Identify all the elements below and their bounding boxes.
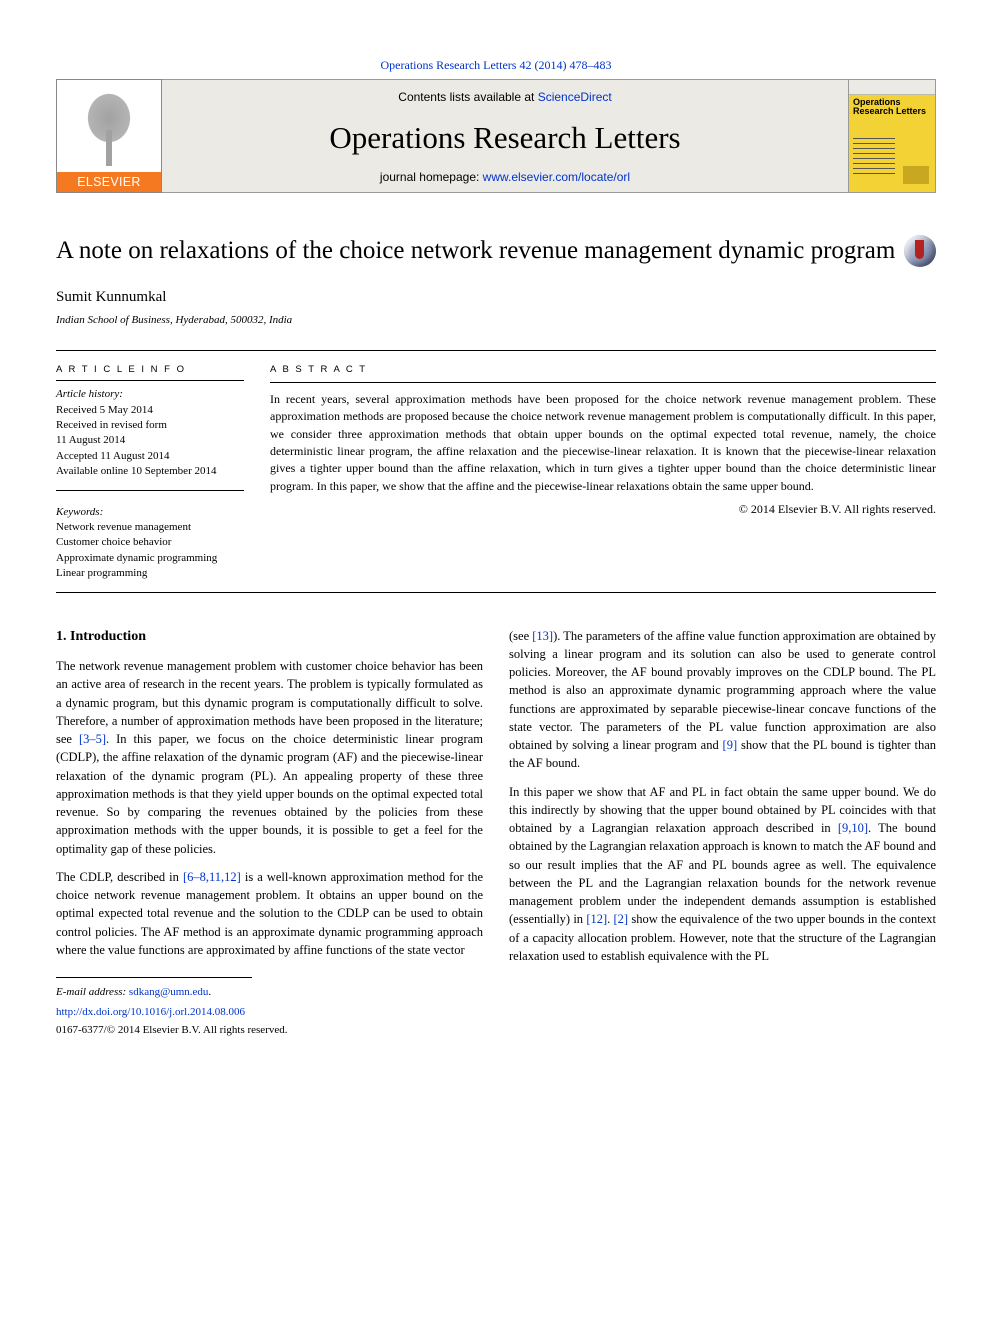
journal-name: Operations Research Letters [174,120,836,156]
column-right: (see [13]). The parameters of the affine… [509,627,936,1039]
intro-para-1: The network revenue management problem w… [56,657,483,858]
section-heading-intro: 1. Introduction [56,627,483,647]
abstract-block: A B S T R A C T In recent years, several… [270,363,936,582]
received-date: Received 5 May 2014 [56,403,244,418]
running-citation: Operations Research Letters 42 (2014) 47… [56,58,936,73]
citation-link[interactable]: Operations Research Letters 42 (2014) 47… [381,58,612,72]
rp1-a: (see [509,629,532,643]
history-label: Article history: [56,387,244,402]
ref-link-9-10[interactable]: [9,10] [838,821,868,835]
right-para-1: (see [13]). The parameters of the affine… [509,627,936,773]
divider-meta-1 [56,380,244,381]
elsevier-brand-text: ELSEVIER [57,172,161,192]
ref-link-13[interactable]: [13] [532,629,553,643]
abstract-heading: A B S T R A C T [270,363,936,377]
article-title: A note on relaxations of the choice netw… [56,235,895,266]
p2-text-a: The CDLP, described in [56,870,183,884]
revised-date: 11 August 2014 [56,433,244,448]
abstract-rights: © 2014 Elsevier B.V. All rights reserved… [270,501,936,518]
copyright-line: 0167-6377/© 2014 Elsevier B.V. All right… [56,1022,483,1038]
banner-midsection: Contents lists available at ScienceDirec… [162,79,848,193]
abstract-text: In recent years, several approximation m… [270,391,936,495]
ref-link-9[interactable]: [9] [723,738,738,752]
column-left: 1. Introduction The network revenue mana… [56,627,483,1039]
journal-banner: ELSEVIER Contents lists available at Sci… [56,79,936,193]
doi-line: http://dx.doi.org/10.1016/j.orl.2014.08.… [56,1004,483,1020]
email-suffix: . [208,986,211,998]
crossmark-icon[interactable] [904,235,936,267]
contents-prefix: Contents lists available at [398,90,537,104]
email-line: E-mail address: sdkang@umn.edu. [56,984,252,1000]
rp1-b: ). The parameters of the affine value fu… [509,629,936,753]
cover-title: Operations Research Letters [849,95,935,117]
meta-abstract-row: A R T I C L E I N F O Article history: R… [56,351,936,592]
contents-line: Contents lists available at ScienceDirec… [174,90,836,104]
keyword-4: Linear programming [56,566,244,581]
ref-link-12[interactable]: [12] [586,912,607,926]
citation-pages: 42 (2014) 478–483 [519,58,611,72]
ref-link-2[interactable]: [2] [614,912,629,926]
article-info-block: A R T I C L E I N F O Article history: R… [56,363,244,582]
keywords-label: Keywords: [56,505,244,520]
right-para-2: In this paper we show that AF and PL in … [509,783,936,966]
tree-icon [67,86,151,166]
ref-link-6-8-11-12[interactable]: [6–8,11,12] [183,870,241,884]
affiliation: Indian School of Business, Hyderabad, 50… [56,314,936,326]
keyword-1: Network revenue management [56,520,244,535]
author-name: Sumit Kunnumkal [56,289,936,306]
page-root: Operations Research Letters 42 (2014) 47… [0,0,992,1078]
p1-text-b: . In this paper, we focus on the choice … [56,732,483,856]
keyword-3: Approximate dynamic programming [56,551,244,566]
article-info-heading: A R T I C L E I N F O [56,363,244,376]
journal-cover-thumbnail[interactable]: Operations Research Letters [848,79,936,193]
title-row: A note on relaxations of the choice netw… [56,235,936,267]
accepted-date: Accepted 11 August 2014 [56,449,244,464]
doi-link[interactable]: http://dx.doi.org/10.1016/j.orl.2014.08.… [56,1006,245,1018]
homepage-prefix: journal homepage: [380,170,483,184]
footnotes-block: E-mail address: sdkang@umn.edu. [56,977,252,1000]
keyword-2: Customer choice behavior [56,535,244,550]
divider-meta-2 [56,490,244,491]
divider-bottom [56,592,936,593]
homepage-link[interactable]: www.elsevier.com/locate/orl [483,170,630,184]
revised-label: Received in revised form [56,418,244,433]
intro-para-2: The CDLP, described in [6–8,11,12] is a … [56,868,483,959]
email-link[interactable]: sdkang@umn.edu [129,986,208,998]
ref-link-3-5[interactable]: [3–5] [79,732,106,746]
rp2-b: . The bound obtained by the Lagrangian r… [509,821,936,926]
elsevier-logo[interactable]: ELSEVIER [56,79,162,193]
citation-journal: Operations Research Letters [381,58,517,72]
divider-abs [270,382,936,383]
body-columns: 1. Introduction The network revenue mana… [56,627,936,1039]
homepage-line: journal homepage: www.elsevier.com/locat… [174,170,836,184]
online-date: Available online 10 September 2014 [56,464,244,479]
email-label: E-mail address: [56,986,129,998]
sciencedirect-link[interactable]: ScienceDirect [538,90,612,104]
